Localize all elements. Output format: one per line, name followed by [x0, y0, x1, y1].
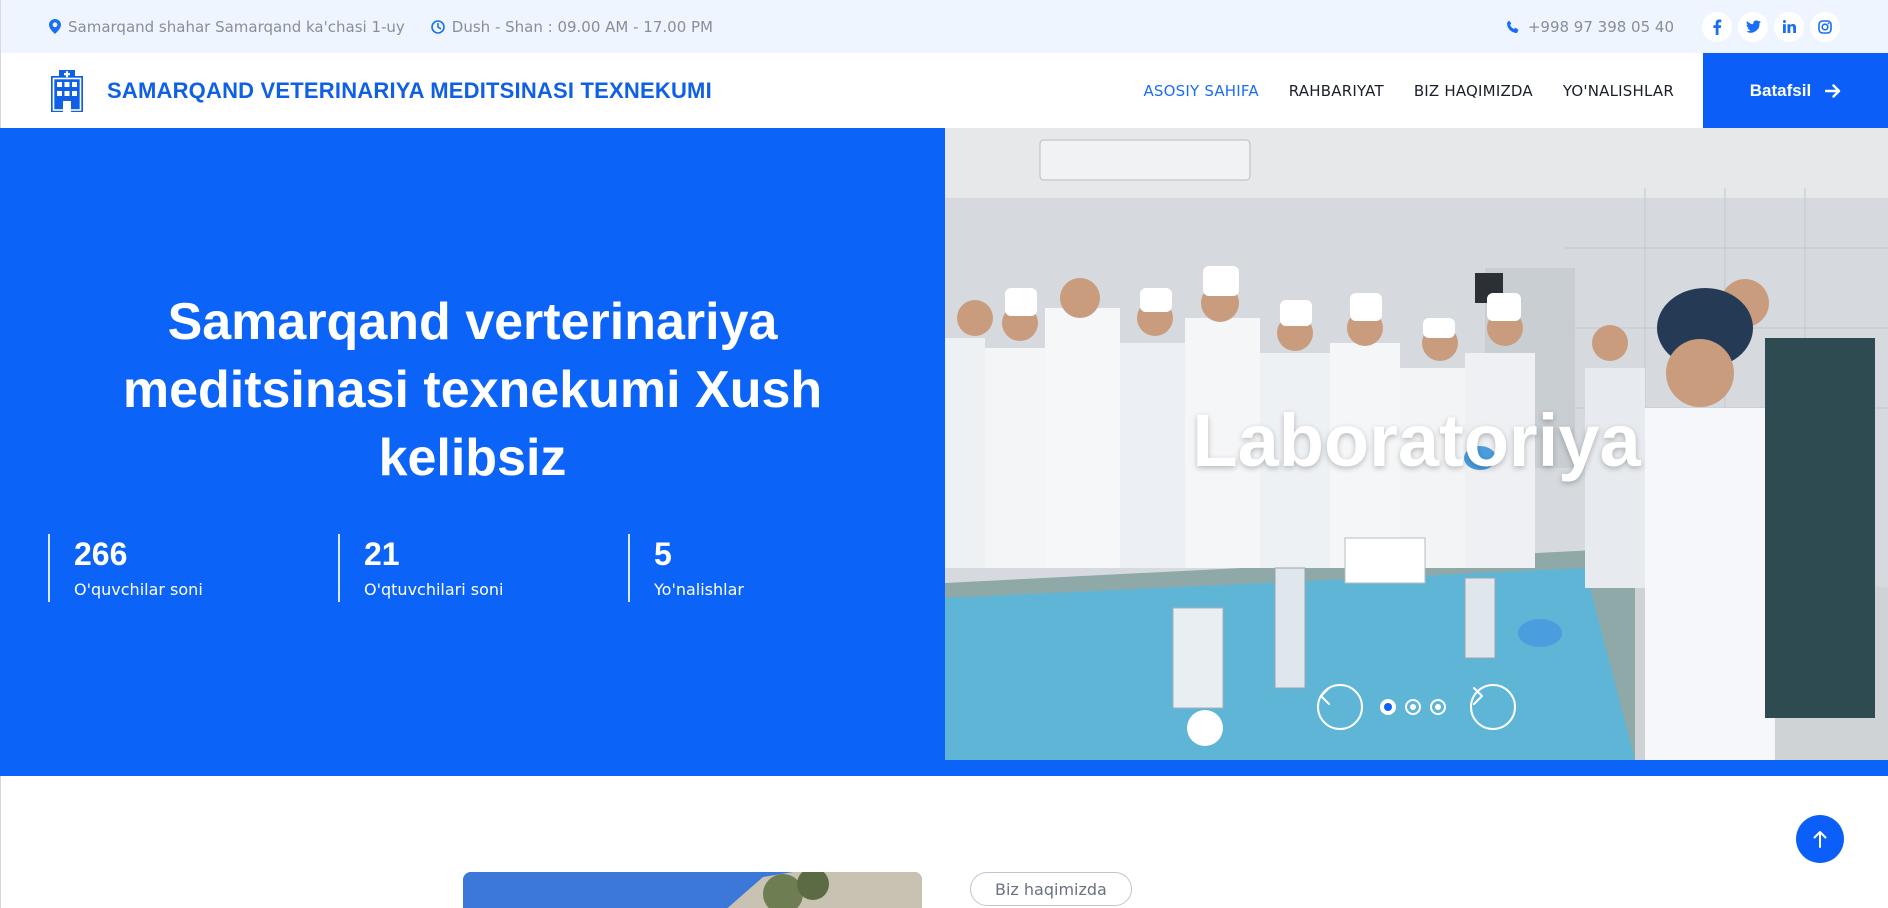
- hero-section: Samarqand verterinariya meditsinasi texn…: [0, 128, 1888, 776]
- nav-item-rahbariyat[interactable]: RAHBARIYAT: [1289, 82, 1384, 100]
- arrow-up-icon: [1813, 831, 1827, 848]
- stat-value: 266: [74, 536, 128, 572]
- nav-item-biz-haqimizda[interactable]: BIZ HAQIMIZDA: [1414, 82, 1533, 100]
- hours-item: Dush - Shan : 09.00 AM - 17.00 PM: [430, 17, 714, 36]
- address-text: Samarqand shahar Samarqand ka'chasi 1-uy: [68, 17, 405, 36]
- arrow-right-icon: [1825, 83, 1841, 98]
- batafsil-label: Batafsil: [1749, 80, 1812, 100]
- hospital-building-icon: [51, 69, 83, 112]
- hero-carousel[interactable]: Laboratoriya: [945, 128, 1888, 760]
- stat-students: 266 O'quvchilar soni: [48, 534, 338, 602]
- batafsil-button[interactable]: Batafsil: [1703, 53, 1888, 128]
- carousel-next-button[interactable]: [1470, 684, 1516, 730]
- stat-directions: 5 Yo'nalishlar: [628, 534, 918, 602]
- linkedin-icon[interactable]: [1774, 11, 1804, 42]
- brand[interactable]: SAMARQAND VETERINARIYA MEDITSINASI TEXNE…: [49, 53, 712, 128]
- hero-title: Samarqand verterinariya meditsinasi texn…: [122, 293, 823, 487]
- clock-icon: [430, 19, 445, 34]
- facebook-icon[interactable]: [1702, 11, 1732, 42]
- main-menu: ASOSIY SAHIFA RAHBARIYAT BIZ HAQIMIZDA Y…: [1143, 53, 1674, 128]
- phone-text: +998 97 398 05 40: [1527, 17, 1674, 36]
- chevron-left-icon: [1320, 687, 1330, 705]
- address-item: Samarqand shahar Samarqand ka'chasi 1-uy: [49, 18, 405, 36]
- about-section: Biz haqimizda: [0, 776, 1888, 908]
- top-info-bar: Samarqand shahar Samarqand ka'chasi 1-uy…: [0, 0, 1888, 53]
- carousel-dot-1[interactable]: [1380, 699, 1396, 715]
- brand-name: SAMARQAND VETERINARIYA MEDITSINASI TEXNE…: [107, 77, 712, 103]
- carousel-prev-button[interactable]: [1317, 684, 1363, 730]
- stat-value: 5: [654, 536, 672, 572]
- about-badge: Biz haqimizda: [970, 872, 1132, 906]
- stat-label: Yo'nalishlar: [654, 580, 744, 599]
- about-image: [463, 872, 922, 908]
- stat-value: 21: [364, 536, 400, 572]
- hours-text: Dush - Shan : 09.00 AM - 17.00 PM: [451, 17, 714, 36]
- scroll-to-top-button[interactable]: [1796, 815, 1844, 863]
- instagram-icon[interactable]: [1810, 11, 1840, 42]
- stat-label: O'quvchilar soni: [74, 580, 203, 599]
- nav-item-yonalishlar[interactable]: YO'NALISHLAR: [1563, 82, 1674, 100]
- nav-item-asosiy-sahifa[interactable]: ASOSIY SAHIFA: [1143, 82, 1258, 100]
- stats-row: 266 O'quvchilar soni 21 O'qtuvchilari so…: [48, 534, 918, 602]
- phone-item[interactable]: +998 97 398 05 40: [1506, 18, 1674, 36]
- map-pin-icon: [49, 19, 61, 34]
- hero-intro: Samarqand verterinariya meditsinasi texn…: [0, 128, 945, 776]
- twitter-icon[interactable]: [1738, 11, 1768, 42]
- carousel-dot-3[interactable]: [1430, 699, 1446, 715]
- stat-teachers: 21 O'qtuvchilari soni: [338, 534, 628, 602]
- main-navbar: SAMARQAND VETERINARIYA MEDITSINASI TEXNE…: [0, 53, 1888, 128]
- stat-label: O'qtuvchilari soni: [364, 580, 504, 599]
- slide-title: Laboratoriya: [1192, 399, 1641, 482]
- carousel-indicators: [1380, 699, 1446, 715]
- social-links: [1702, 11, 1840, 42]
- phone-icon: [1506, 20, 1519, 33]
- carousel-dot-2[interactable]: [1405, 699, 1421, 715]
- chevron-right-icon: [1473, 687, 1483, 705]
